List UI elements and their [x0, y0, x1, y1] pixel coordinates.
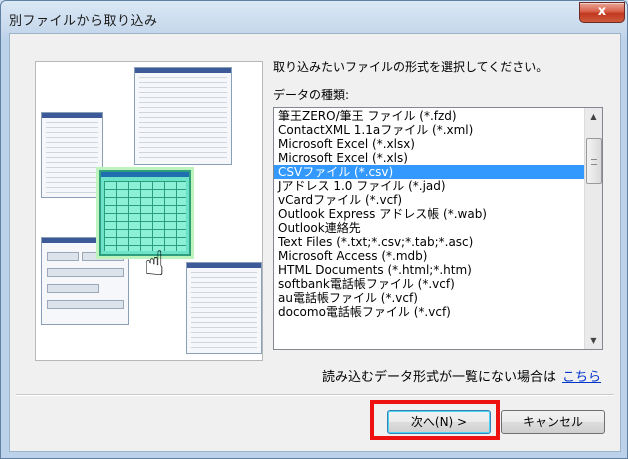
scroll-thumb[interactable] — [586, 138, 602, 184]
format-list-item[interactable]: Microsoft Access (*.mdb) — [274, 249, 584, 263]
close-icon: x — [597, 4, 607, 19]
format-list-item[interactable]: Jアドレス 1.0 ファイル (*.jad) — [274, 179, 584, 193]
format-list: 筆王ZERO/筆王 ファイル (*.fzd) ContactXML 1.1aファイ… — [274, 109, 584, 319]
title-bar[interactable]: 別ファイルから取り込み x — [1, 1, 627, 35]
format-list-item[interactable]: docomo電話帳ファイル (*.vcf) — [274, 305, 584, 319]
red-highlight-box — [370, 400, 500, 440]
unlisted-format-note: 読み込むデータ形式が一覧にない場合は こちら — [322, 366, 601, 385]
dialog-window: 別ファイルから取り込み x ☝ 取り込みたいファイルの形式を選択してください。 — [0, 0, 628, 459]
dialog-title: 別ファイルから取り込み — [9, 14, 158, 29]
vertical-scrollbar[interactable]: ▲ ▼ — [584, 108, 602, 349]
format-list-item[interactable]: Outlook連絡先 — [274, 221, 584, 235]
import-illustration: ☝ — [35, 61, 263, 361]
separator — [16, 394, 614, 396]
format-list-item[interactable]: Text Files (*.txt;*.csv;*.tab;*.asc) — [274, 235, 584, 249]
illustration-window — [41, 112, 103, 198]
format-list-item[interactable]: Outlook Express アドレス帳 (*.wab) — [274, 207, 584, 221]
illustration-window — [134, 67, 232, 165]
hand-pointer-icon: ☝ — [144, 244, 165, 284]
dialog-body: ☝ 取り込みたいファイルの形式を選択してください。 データの種類: 筆王ZERO… — [9, 33, 621, 452]
format-list-item[interactable]: HTML Documents (*.html;*.htm) — [274, 263, 584, 277]
format-listbox[interactable]: 筆王ZERO/筆王 ファイル (*.fzd) ContactXML 1.1aファイ… — [273, 107, 603, 350]
illustration-window — [186, 262, 262, 354]
format-list-item[interactable]: CSVファイル (*.csv) — [274, 165, 584, 179]
note-text: 読み込むデータ形式が一覧にない場合は — [322, 370, 557, 385]
format-list-item[interactable]: 筆王ZERO/筆王 ファイル (*.fzd) — [274, 109, 584, 123]
format-list-item[interactable]: vCardファイル (*.vcf) — [274, 193, 584, 207]
format-list-item[interactable]: softbank電話帳ファイル (*.vcf) — [274, 277, 584, 291]
cancel-button[interactable]: キャンセル — [501, 410, 605, 434]
scroll-down-icon[interactable]: ▼ — [585, 332, 602, 349]
format-list-item[interactable]: au電話帳ファイル (*.vcf) — [274, 291, 584, 305]
format-list-item[interactable]: ContactXML 1.1aファイル (*.xml) — [274, 123, 584, 137]
format-list-item[interactable]: Microsoft Excel (*.xls) — [274, 151, 584, 165]
close-button[interactable]: x — [579, 2, 625, 23]
format-list-item[interactable]: Microsoft Excel (*.xlsx) — [274, 137, 584, 151]
data-type-label: データの種類: — [273, 88, 350, 102]
here-link[interactable]: こちら — [562, 370, 601, 385]
instruction-text: 取り込みたいファイルの形式を選択してください。 — [273, 60, 549, 74]
scroll-up-icon[interactable]: ▲ — [585, 108, 602, 125]
